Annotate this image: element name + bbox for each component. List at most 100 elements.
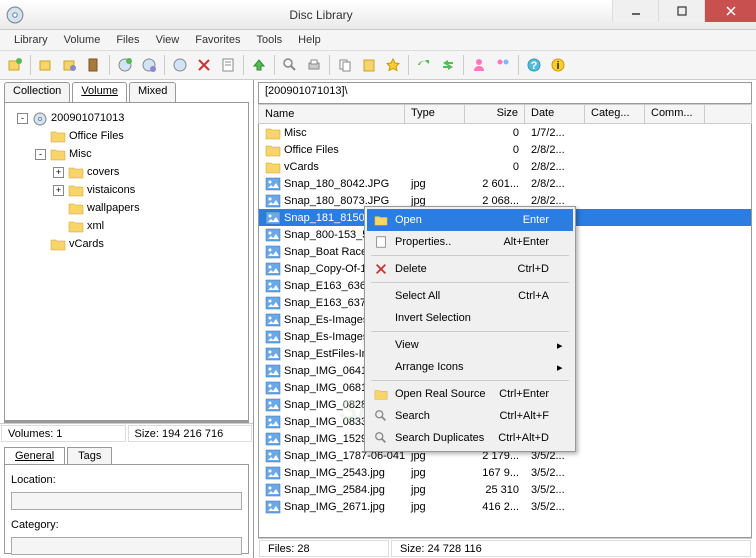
category-field[interactable]	[11, 537, 242, 555]
menu-shortcut: Ctrl+A	[518, 290, 557, 302]
about-button[interactable]: i	[547, 54, 569, 76]
open-volume-button[interactable]	[35, 54, 57, 76]
path-bar[interactable]: [200901071013]\	[258, 82, 752, 104]
menu-files[interactable]: Files	[108, 32, 147, 48]
menu-favorites[interactable]: Favorites	[187, 32, 248, 48]
context-menu-item[interactable]: Arrange Icons▸	[367, 356, 573, 378]
tree-expander[interactable]: -	[35, 149, 46, 160]
tree-item[interactable]: -200901071013	[9, 109, 244, 127]
up-button[interactable]	[248, 54, 270, 76]
context-menu[interactable]: OpenEnterProperties..Alt+EnterDeleteCtrl…	[364, 206, 576, 452]
new-library-button[interactable]	[4, 54, 26, 76]
paste-button[interactable]	[358, 54, 380, 76]
column-header[interactable]: Type	[405, 105, 465, 123]
menu-volume[interactable]: Volume	[56, 32, 109, 48]
menu-shortcut: Ctrl+Alt+F	[499, 410, 557, 422]
folder-icon	[68, 183, 84, 197]
search-button[interactable]	[279, 54, 301, 76]
folder-icon	[68, 219, 84, 233]
bottom-tab-general[interactable]: General	[4, 447, 65, 464]
menu-label: Invert Selection	[391, 312, 549, 324]
tab-collection[interactable]: Collection	[4, 82, 70, 102]
context-menu-item[interactable]: Select AllCtrl+A	[367, 285, 573, 307]
tree-item[interactable]: +covers	[9, 163, 244, 181]
app-icon	[6, 6, 24, 24]
menu-tools[interactable]: Tools	[248, 32, 290, 48]
tree-item[interactable]: Office Files	[9, 127, 244, 145]
img-icon	[265, 415, 281, 429]
menu-label: Properties..	[391, 236, 503, 248]
bottom-tab-tags[interactable]: Tags	[67, 447, 112, 464]
favorite-button[interactable]	[382, 54, 404, 76]
table-row[interactable]: Snap_IMG_2584.jpgjpg25 3103/5/2...	[259, 481, 751, 498]
file-name: Snap_IMG_0828	[284, 399, 367, 411]
refresh-button[interactable]	[413, 54, 435, 76]
context-menu-item[interactable]: Properties..Alt+Enter	[367, 231, 573, 253]
context-menu-item[interactable]: SearchCtrl+Alt+F	[367, 405, 573, 427]
table-row[interactable]: Office Files02/8/2...	[259, 141, 751, 158]
user-button[interactable]	[468, 54, 490, 76]
table-row[interactable]: vCards02/8/2...	[259, 158, 751, 175]
copy-button[interactable]	[334, 54, 356, 76]
menu-library[interactable]: Library	[6, 32, 56, 48]
file-name: Snap_IMG_2543.jpg	[284, 467, 385, 479]
column-header[interactable]: Date	[525, 105, 585, 123]
general-panel: Location: Category:	[4, 464, 249, 554]
add-disc-button[interactable]	[114, 54, 136, 76]
menu-help[interactable]: Help	[290, 32, 329, 48]
tree-item[interactable]: vCards	[9, 235, 244, 253]
context-menu-item[interactable]: Search DuplicatesCtrl+Alt+D	[367, 427, 573, 449]
tree-label: vistaicons	[87, 184, 135, 196]
volume-tree[interactable]: -200901071013Office Files-Misc+covers+vi…	[5, 103, 248, 422]
category-label: Category:	[11, 519, 59, 531]
column-header[interactable]: Comm...	[645, 105, 705, 123]
tree-item[interactable]: + vistaicons	[9, 181, 244, 199]
users-button[interactable]	[492, 54, 514, 76]
column-header[interactable]: Size	[465, 105, 525, 123]
menu-label: Search Duplicates	[391, 432, 498, 444]
disc-settings-button[interactable]	[138, 54, 160, 76]
column-header[interactable]: Categ...	[585, 105, 645, 123]
files-count: Files: 28	[259, 540, 389, 557]
context-menu-item[interactable]: OpenEnter	[367, 209, 573, 231]
close-button[interactable]	[704, 0, 756, 22]
location-field[interactable]	[11, 492, 242, 510]
tree-item[interactable]: -Misc	[9, 145, 244, 163]
column-header[interactable]: Name	[259, 105, 405, 123]
menu-shortcut: Alt+Enter	[503, 236, 557, 248]
menu-label: Arrange Icons	[391, 361, 549, 373]
book-button[interactable]	[83, 54, 105, 76]
tree-expander[interactable]: +	[53, 185, 64, 196]
print-button[interactable]	[303, 54, 325, 76]
sync-button[interactable]	[437, 54, 459, 76]
context-menu-item[interactable]: Open Real SourceCtrl+Enter	[367, 383, 573, 405]
help-button[interactable]: ?	[523, 54, 545, 76]
delete-button[interactable]	[193, 54, 215, 76]
file-size: 25 310	[465, 484, 525, 496]
maximize-button[interactable]	[658, 0, 704, 22]
menu-label: Open	[391, 214, 523, 226]
table-row[interactable]: Snap_IMG_2671.jpgjpg416 2...3/5/2...	[259, 498, 751, 515]
tab-mixed[interactable]: Mixed	[129, 82, 176, 102]
img-icon	[265, 296, 281, 310]
menu-label: Delete	[391, 263, 518, 275]
tree-expander[interactable]: -	[17, 113, 28, 124]
tree-item[interactable]: xml	[9, 217, 244, 235]
context-menu-item[interactable]: Invert Selection	[367, 307, 573, 329]
file-date: 2/8/2...	[525, 195, 585, 207]
refresh-disc-button[interactable]	[169, 54, 191, 76]
context-menu-item[interactable]: View▸	[367, 334, 573, 356]
context-menu-item[interactable]: DeleteCtrl+D	[367, 258, 573, 280]
table-row[interactable]: Snap_180_8042.JPGjpg2 601...2/8/2...	[259, 175, 751, 192]
tab-volume[interactable]: Volume	[72, 82, 127, 102]
minimize-button[interactable]	[612, 0, 658, 22]
folder-settings-button[interactable]	[59, 54, 81, 76]
menu-label: Search	[391, 410, 499, 422]
table-row[interactable]: Misc01/7/2...	[259, 124, 751, 141]
left-status: Volumes: 1 Size: 194 216 716	[0, 423, 253, 443]
menu-view[interactable]: View	[148, 32, 188, 48]
tree-expander[interactable]: +	[53, 167, 64, 178]
table-row[interactable]: Snap_IMG_2543.jpgjpg167 9...3/5/2...	[259, 464, 751, 481]
properties-button[interactable]	[217, 54, 239, 76]
tree-item[interactable]: wallpapers	[9, 199, 244, 217]
